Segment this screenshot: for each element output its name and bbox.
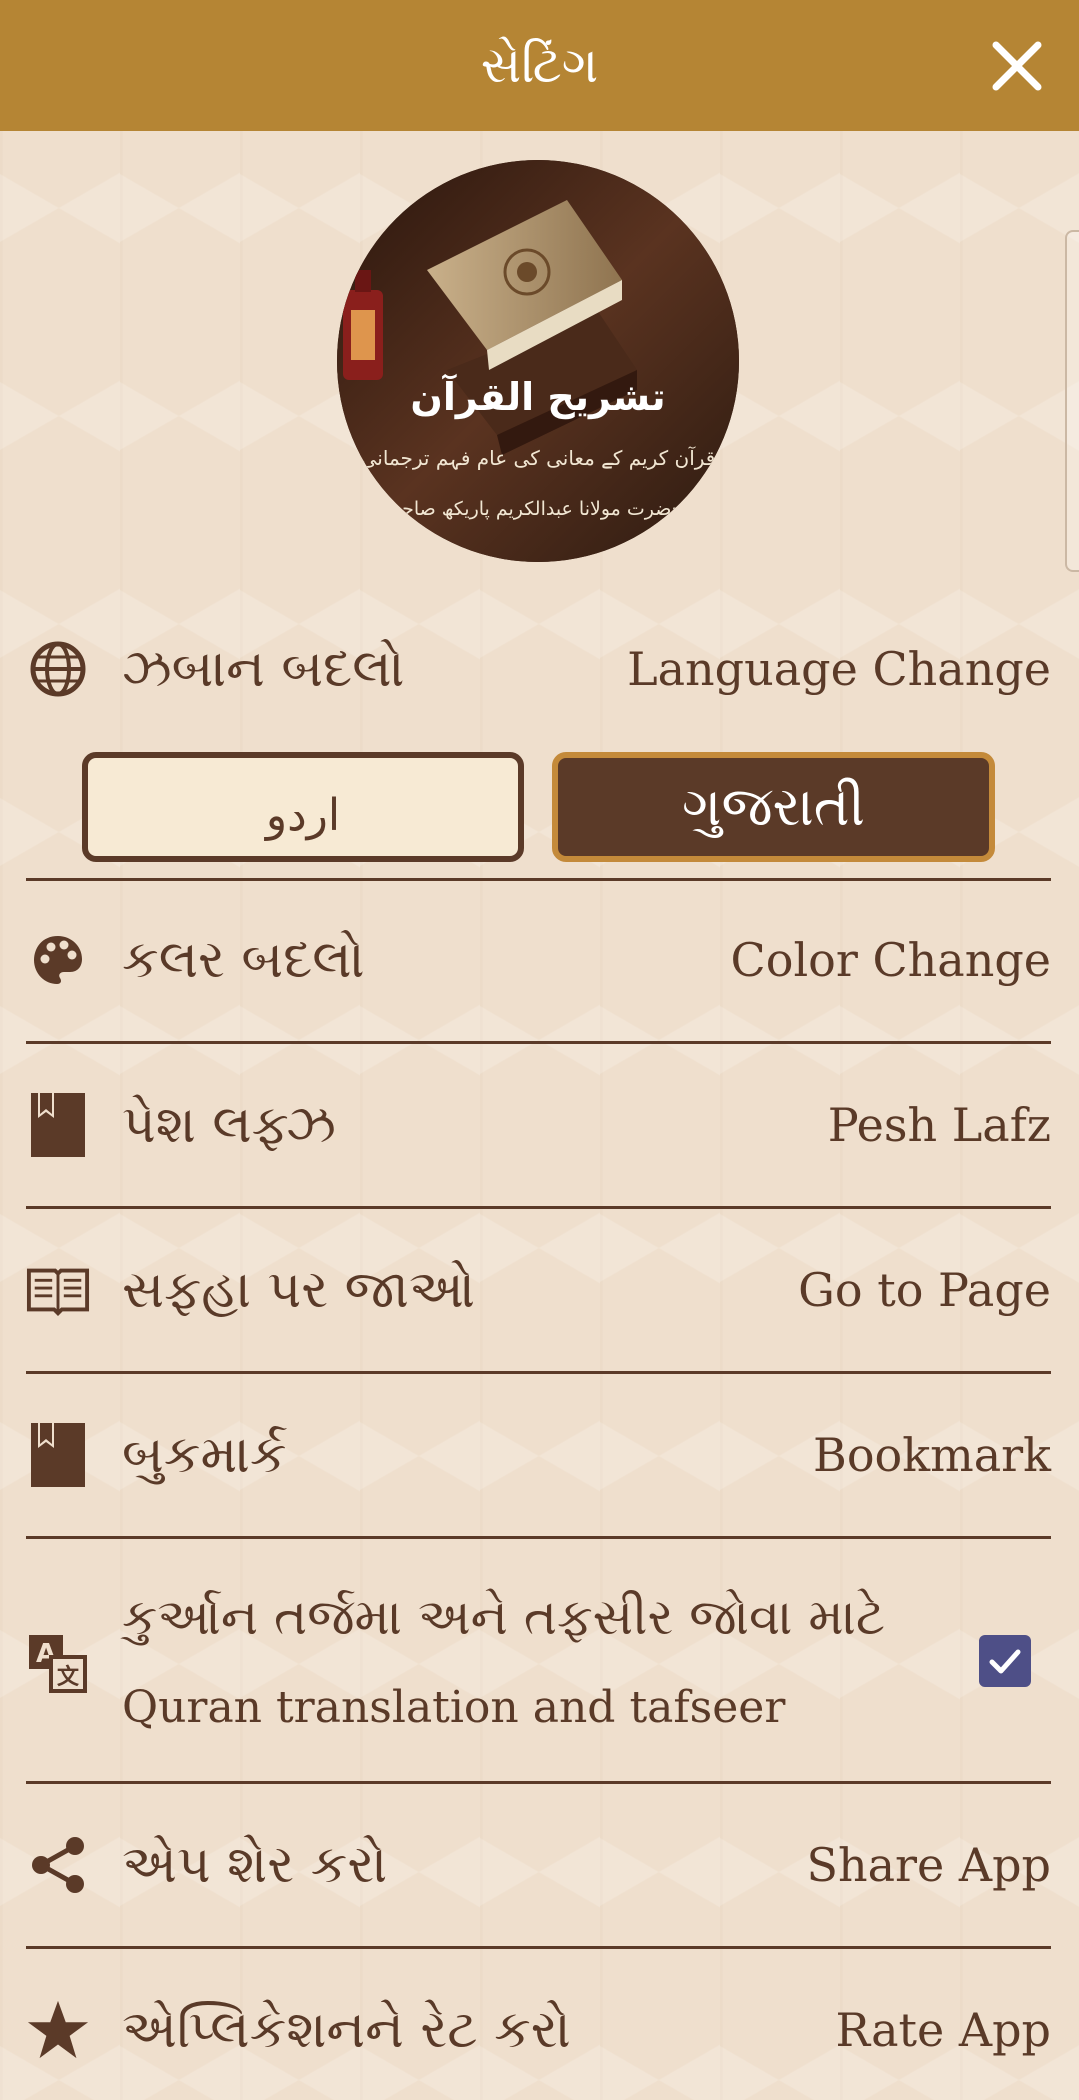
pesh-lafz-label-gu: પેશ લફ્ઝ [122,1094,336,1155]
bookmark-icon [26,1093,90,1157]
divider [26,1206,1051,1209]
close-icon [992,41,1042,91]
divider [26,878,1051,881]
page-title: સેટિંગ [480,36,599,94]
palette-icon [26,928,90,992]
go-to-page-label-en: Go to Page [798,1263,1051,1317]
language-urdu-button[interactable]: اردو [82,752,524,862]
language-change-row[interactable]: ઝબાન બદલો Language Change [26,637,1051,701]
open-book-icon [26,1258,90,1322]
rate-app-label-gu: એપ્લિકેશનને રેટ કરો [122,1999,571,2060]
rate-app-label-en: Rate App [835,2003,1051,2057]
share-app-label-gu: એપ શેર કરો [122,1834,388,1895]
color-change-row[interactable]: કલર બદલો Color Change [26,928,1051,992]
pesh-lafz-label-en: Pesh Lafz [827,1098,1051,1152]
translation-row[interactable]: A 文 કુર્આન તર્જમા અને તફસીર જોવા માટે Qu… [26,1580,1051,1745]
bookmark-label-en: Bookmark [813,1428,1051,1482]
bookmark-row[interactable]: બુકમાર્ક Bookmark [26,1423,1051,1487]
divider [26,1946,1051,1949]
color-change-label-en: Color Change [730,933,1051,987]
close-button[interactable] [985,34,1049,98]
translate-icon: A 文 [26,1632,90,1696]
svg-text:文: 文 [57,1664,80,1690]
translation-label-gu: કુર્આન તર્જમા અને તફસીર જોવા માટે [122,1588,885,1646]
language-gujarati-button[interactable]: ગુજરાતી [552,752,995,862]
divider [26,1781,1051,1784]
check-icon [989,1649,1021,1674]
bookmark-label-gu: બુકમાર્ક [122,1424,287,1485]
translation-label-en: Quran translation and tafseer [122,1682,786,1733]
logo-subtitle: قرآن کریم کے معانی کی عام فہم ترجمانی [361,445,716,470]
share-app-row[interactable]: એપ શેર કરો Share App [26,1833,1051,1897]
pesh-lafz-row[interactable]: પેશ લફ્ઝ Pesh Lafz [26,1093,1051,1157]
star-icon [26,1998,90,2062]
app-header: સેટિંગ [0,0,1079,131]
go-to-page-label-gu: સફહા પર જાઓ [122,1259,476,1320]
translation-checkbox[interactable] [979,1635,1031,1687]
language-change-label-gu: ઝબાન બદલો [122,638,405,699]
logo-title: تشریح القرآن [410,373,665,419]
divider [26,1041,1051,1044]
bookmark-icon [26,1423,90,1487]
go-to-page-row[interactable]: સફહા પર જાઓ Go to Page [26,1258,1051,1322]
share-app-label-en: Share App [806,1838,1051,1892]
drawer-handle[interactable] [1065,230,1079,572]
globe-icon [26,637,90,701]
app-logo: تشریح القرآن قرآن کریم کے معانی کی عام ف… [337,160,739,562]
logo-author: از حضرت مولانا عبدالکریم پاریکھ صاحبؒ [372,498,704,520]
share-icon [26,1833,90,1897]
language-change-label-en: Language Change [627,642,1051,696]
color-change-label-gu: કલર બદલો [122,929,365,990]
divider [26,1371,1051,1374]
rate-app-row[interactable]: એપ્લિકેશનને રેટ કરો Rate App [26,1998,1051,2062]
divider [26,1536,1051,1539]
